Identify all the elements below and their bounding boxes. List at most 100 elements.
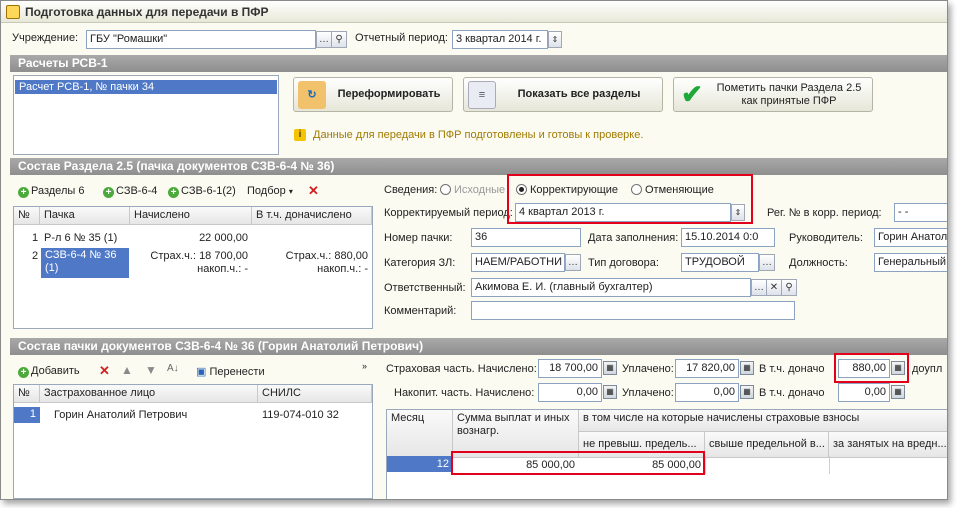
- rsv-list-item[interactable]: Расчет РСВ-1, № пачки 34: [15, 80, 277, 94]
- category-field[interactable]: НАЕМ/РАБОТНИ: [471, 253, 565, 272]
- calculator-icon[interactable]: ▦: [740, 385, 754, 399]
- document-icon: ≡: [468, 80, 496, 109]
- radio-icon: [440, 184, 451, 195]
- row-month[interactable]: 12: [387, 456, 453, 472]
- col-person[interactable]: Застрахованное лицо: [40, 385, 258, 403]
- pack-band: Состав пачки документов СЗВ-6-4 № 36 (Го…: [10, 338, 947, 355]
- col-accrued[interactable]: Начислено: [130, 207, 252, 225]
- dropdown-arrow-icon: ▾: [288, 187, 293, 196]
- show-all-button-label: Показать все разделы: [517, 88, 641, 100]
- rsv-list: Расчет РСВ-1, № пачки 34: [13, 75, 279, 155]
- calculator-icon[interactable]: ▦: [740, 361, 754, 375]
- ins-accrued-field[interactable]: 18 700,00: [538, 359, 602, 378]
- expand-icon[interactable]: »: [362, 361, 367, 371]
- extra-label: В т.ч. доначо: [759, 363, 825, 375]
- period-spinner[interactable]: ⇕: [548, 31, 562, 48]
- info-icon: i: [294, 129, 306, 141]
- calculator-icon[interactable]: ▦: [603, 361, 617, 375]
- show-all-button[interactable]: ≡ Показать все разделы: [463, 77, 663, 112]
- add-person-button[interactable]: + Добавить: [18, 365, 80, 378]
- institution-search-icon[interactable]: ⚲: [331, 31, 347, 48]
- reg-field[interactable]: - -: [894, 203, 947, 222]
- rsv-band: Расчеты РСВ-1: [10, 55, 947, 72]
- row1-snils[interactable]: 119-074-010 32: [258, 408, 343, 422]
- period-field[interactable]: 3 квартал 2014 г.: [452, 30, 548, 49]
- col-num[interactable]: №: [14, 385, 40, 403]
- window-title: Подготовка данных для передачи в ПФР: [25, 5, 269, 19]
- contract-field[interactable]: ТРУДОВОЙ: [681, 253, 759, 272]
- persons-table: № Застрахованное лицо СНИЛС 1 Горин Анат…: [13, 384, 373, 499]
- transfer-icon: ▣: [196, 366, 207, 378]
- acc-accrued-field[interactable]: 0,00: [538, 383, 602, 402]
- acc-paid-field[interactable]: 0,00: [675, 383, 739, 402]
- col-harmful[interactable]: за занятых на вредн...: [829, 432, 947, 458]
- transfer-button[interactable]: ▣ Перенести: [196, 365, 265, 378]
- highlight-amounts: [451, 451, 705, 475]
- fill-date-field[interactable]: 15.10.2014 0:0: [681, 228, 775, 247]
- delete-person-icon[interactable]: ✕: [99, 363, 110, 379]
- responsible-select-button[interactable]: …: [751, 279, 767, 296]
- head-field[interactable]: Горин Анатол: [874, 228, 947, 247]
- institution-field[interactable]: ГБУ "Ромашки": [86, 30, 316, 49]
- responsible-search-icon[interactable]: ⚲: [781, 279, 797, 296]
- app-icon: [6, 5, 20, 19]
- extra-trailing-label: доупл: [912, 363, 943, 375]
- add-icon: +: [168, 187, 179, 198]
- col-group[interactable]: в том числе на которые начислены страхов…: [579, 410, 947, 432]
- ins-paid-field[interactable]: 17 820,00: [675, 359, 739, 378]
- row1-person[interactable]: Горин Анатолий Петрович: [50, 408, 191, 422]
- clear-icon[interactable]: ✕: [766, 279, 782, 296]
- col-num[interactable]: №: [14, 207, 40, 225]
- sort-icon[interactable]: A↓: [167, 363, 179, 374]
- comment-field[interactable]: [471, 301, 795, 320]
- checkmark-icon: ✔: [681, 79, 703, 109]
- delete-icon[interactable]: ✕: [308, 183, 319, 199]
- add-szv612-button[interactable]: + СЗВ-6-1(2): [168, 185, 236, 198]
- responsible-label: Ответственный:: [384, 282, 466, 294]
- row1-pack[interactable]: Р-л 6 № 35 (1): [40, 231, 121, 245]
- selection-menu[interactable]: Подбор ▾: [247, 185, 293, 197]
- sections-button[interactable]: + Разделы 6: [18, 185, 84, 198]
- info-kind-label: Сведения:: [384, 184, 438, 196]
- category-select-button[interactable]: …: [565, 254, 581, 271]
- radio-source[interactable]: Исходные: [440, 184, 505, 196]
- reform-button[interactable]: ↻ Переформировать: [293, 77, 453, 112]
- ins-accrued-label: Страховая часть. Начислено:: [386, 363, 537, 375]
- move-down-icon[interactable]: ▼: [145, 363, 157, 377]
- row1-accrued: 22 000,00: [199, 232, 248, 244]
- pack-num-field[interactable]: 36: [471, 228, 581, 247]
- section25-band: Состав Раздела 2.5 (пачка документов СЗВ…: [10, 158, 947, 175]
- add-szv64-button[interactable]: + СЗВ-6-4: [103, 185, 157, 198]
- move-up-icon[interactable]: ▲: [121, 363, 133, 377]
- category-label: Категория ЗЛ:: [384, 257, 456, 269]
- calculator-icon[interactable]: ▦: [603, 385, 617, 399]
- head-label: Руководитель:: [789, 232, 863, 244]
- pack-num-label: Номер пачки:: [384, 232, 453, 244]
- add-icon: +: [18, 187, 29, 198]
- highlight-extra: [834, 353, 909, 383]
- col-extra[interactable]: В т.ч. доначислено: [252, 207, 372, 225]
- responsible-field[interactable]: Акимова Е. И. (главный бухгалтер): [471, 278, 751, 297]
- position-label: Должность:: [789, 257, 848, 269]
- col-month[interactable]: Месяц: [387, 410, 453, 458]
- row1-num: 1: [14, 407, 40, 423]
- paid-label: Уплачено:: [622, 363, 674, 375]
- col-over[interactable]: свыше предельной в...: [705, 432, 829, 458]
- acc-extra-field[interactable]: 0,00: [838, 383, 890, 402]
- reform-button-label: Переформировать: [337, 88, 441, 100]
- contract-label: Тип договора:: [588, 257, 659, 269]
- acc-extra-label: В т.ч. доначо: [759, 387, 825, 399]
- col-pack[interactable]: Пачка: [40, 207, 130, 225]
- acc-paid-label: Уплачено:: [622, 387, 674, 399]
- acc-accrued-label: Накопит. часть. Начислено:: [394, 387, 535, 399]
- add-icon: +: [18, 367, 29, 378]
- mark-accepted-button[interactable]: ✔ Пометить пачки Раздела 2.5 как принятые…: [673, 77, 873, 112]
- contract-select-button[interactable]: …: [759, 254, 775, 271]
- row2-pack[interactable]: СЗВ-6-4 № 36 (1): [41, 248, 129, 278]
- col-snils[interactable]: СНИЛС: [258, 385, 372, 403]
- institution-select-button[interactable]: …: [316, 31, 332, 48]
- position-field[interactable]: Генеральный: [874, 253, 947, 272]
- institution-label: Учреждение:: [12, 32, 79, 44]
- fill-date-label: Дата заполнения:: [588, 232, 679, 244]
- calculator-icon[interactable]: ▦: [891, 385, 905, 399]
